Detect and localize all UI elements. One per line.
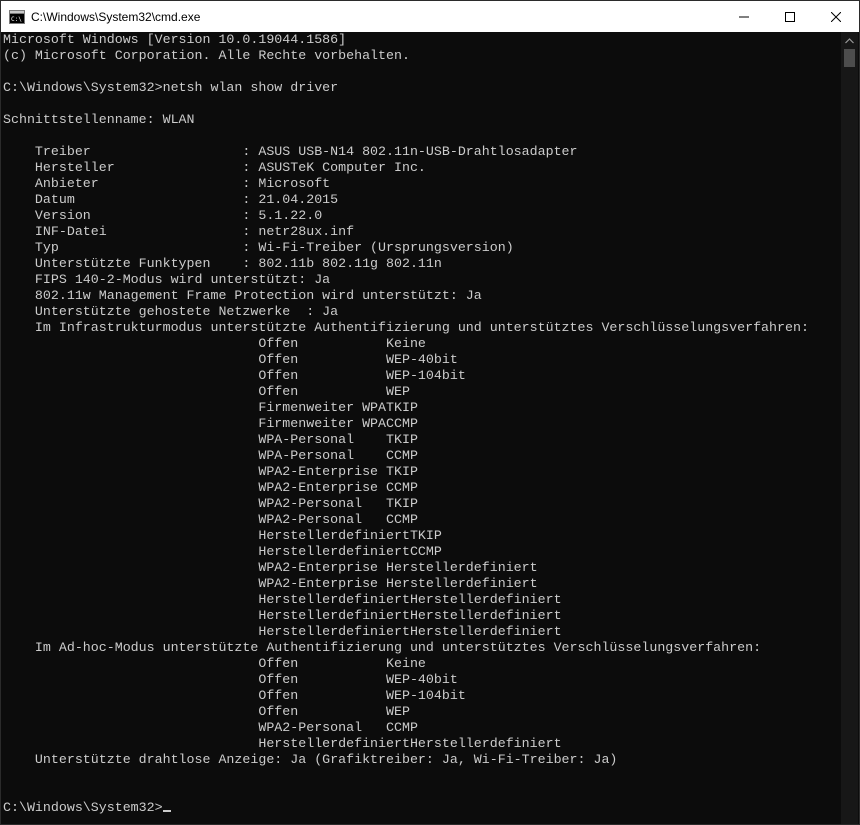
window-title: C:\Windows\System32\cmd.exe — [31, 9, 201, 24]
text-cursor — [162, 810, 171, 812]
close-button[interactable] — [813, 1, 859, 32]
minimize-icon — [739, 16, 749, 17]
console-line: Offen WEP — [3, 704, 410, 719]
console-line: HerstellerdefiniertHerstellerdefiniert — [3, 736, 562, 751]
console-line: Datum : 21.04.2015 — [3, 192, 339, 207]
console-line: Offen WEP-104bit — [3, 368, 466, 383]
vertical-scrollbar[interactable] — [841, 32, 858, 824]
cmd-icon: C:\ — [9, 9, 25, 24]
svg-text:C:\: C:\ — [11, 16, 22, 23]
console-line: WPA2-Personal TKIP — [3, 496, 418, 511]
scrollbar-thumb[interactable] — [844, 49, 855, 67]
console-line: Typ : Wi-Fi-Treiber (Ursprungsversion) — [3, 240, 514, 255]
console-line: Anbieter : Microsoft — [3, 176, 331, 191]
command-prompt: C:\Windows\System32> — [3, 800, 163, 815]
console-text: Microsoft Windows [Version 10.0.19044.15… — [3, 32, 841, 800]
console-line: Offen Keine — [3, 656, 426, 671]
title-bar[interactable]: C:\ C:\Windows\System32\cmd.exe — [1, 1, 859, 32]
console-line: HerstellerdefiniertHerstellerdefiniert — [3, 624, 562, 639]
console-line: C:\Windows\System32>netsh wlan show driv… — [3, 80, 339, 95]
console-line: 802.11w Management Frame Protection wird… — [3, 288, 482, 303]
console-line: Unterstützte Funktypen : 802.11b 802.11g… — [3, 256, 442, 271]
console-line: FIPS 140-2-Modus wird unterstützt: Ja — [3, 272, 331, 287]
console-prompt-line[interactable]: C:\Windows\System32> — [3, 800, 841, 816]
console-line: Im Infrastrukturmodus unterstützte Authe… — [3, 320, 809, 335]
console-line: (c) Microsoft Corporation. Alle Rechte v… — [3, 48, 410, 63]
scroll-up-icon — [845, 37, 854, 43]
cmd-window: C:\ C:\Windows\System32\cmd.exe Microsof… — [0, 0, 860, 825]
console-line: Schnittstellenname: WLAN — [3, 112, 195, 127]
console-line: Unterstützte gehostete Netzwerke : Ja — [3, 304, 339, 319]
console-output[interactable]: Microsoft Windows [Version 10.0.19044.15… — [3, 32, 841, 824]
console-line: HerstellerdefiniertTKIP — [3, 528, 442, 543]
console-line: Hersteller : ASUSTeK Computer Inc. — [3, 160, 426, 175]
maximize-button[interactable] — [767, 1, 813, 32]
console-line: Offen WEP-104bit — [3, 688, 466, 703]
console-line: Im Ad-hoc-Modus unterstützte Authentifiz… — [3, 640, 762, 655]
console-line: WPA-Personal TKIP — [3, 432, 418, 447]
console-line: WPA2-Enterprise Herstellerdefiniert — [3, 560, 538, 575]
scroll-up-button[interactable] — [841, 32, 858, 49]
console-line: INF-Datei : netr28ux.inf — [3, 224, 355, 239]
console-line: WPA-Personal CCMP — [3, 448, 418, 463]
console-line: Firmenweiter WPATKIP — [3, 400, 418, 415]
console-line: HerstellerdefiniertHerstellerdefiniert — [3, 608, 562, 623]
console-line: Firmenweiter WPACCMP — [3, 416, 418, 431]
minimize-button[interactable] — [721, 1, 767, 32]
console-line: WPA2-Personal CCMP — [3, 512, 418, 527]
console-line: HerstellerdefiniertHerstellerdefiniert — [3, 592, 562, 607]
console-line: Version : 5.1.22.0 — [3, 208, 323, 223]
console-line: Microsoft Windows [Version 10.0.19044.15… — [3, 32, 347, 47]
console-line: Treiber : ASUS USB-N14 802.11n-USB-Draht… — [3, 144, 578, 159]
console-line: HerstellerdefiniertCCMP — [3, 544, 442, 559]
close-icon — [831, 11, 841, 22]
console-line: Unterstützte drahtlose Anzeige: Ja (Graf… — [3, 752, 618, 767]
maximize-icon — [785, 11, 795, 22]
console-line: WPA2-Enterprise Herstellerdefiniert — [3, 576, 538, 591]
console-line: WPA2-Enterprise TKIP — [3, 464, 418, 479]
console-line: Offen WEP — [3, 384, 410, 399]
window-controls — [721, 1, 859, 32]
console-line: WPA2-Personal CCMP — [3, 720, 418, 735]
console-line: Offen WEP-40bit — [3, 672, 458, 687]
console-line: Offen WEP-40bit — [3, 352, 458, 367]
console-line: WPA2-Enterprise CCMP — [3, 480, 418, 495]
console-line: Offen Keine — [3, 336, 426, 351]
